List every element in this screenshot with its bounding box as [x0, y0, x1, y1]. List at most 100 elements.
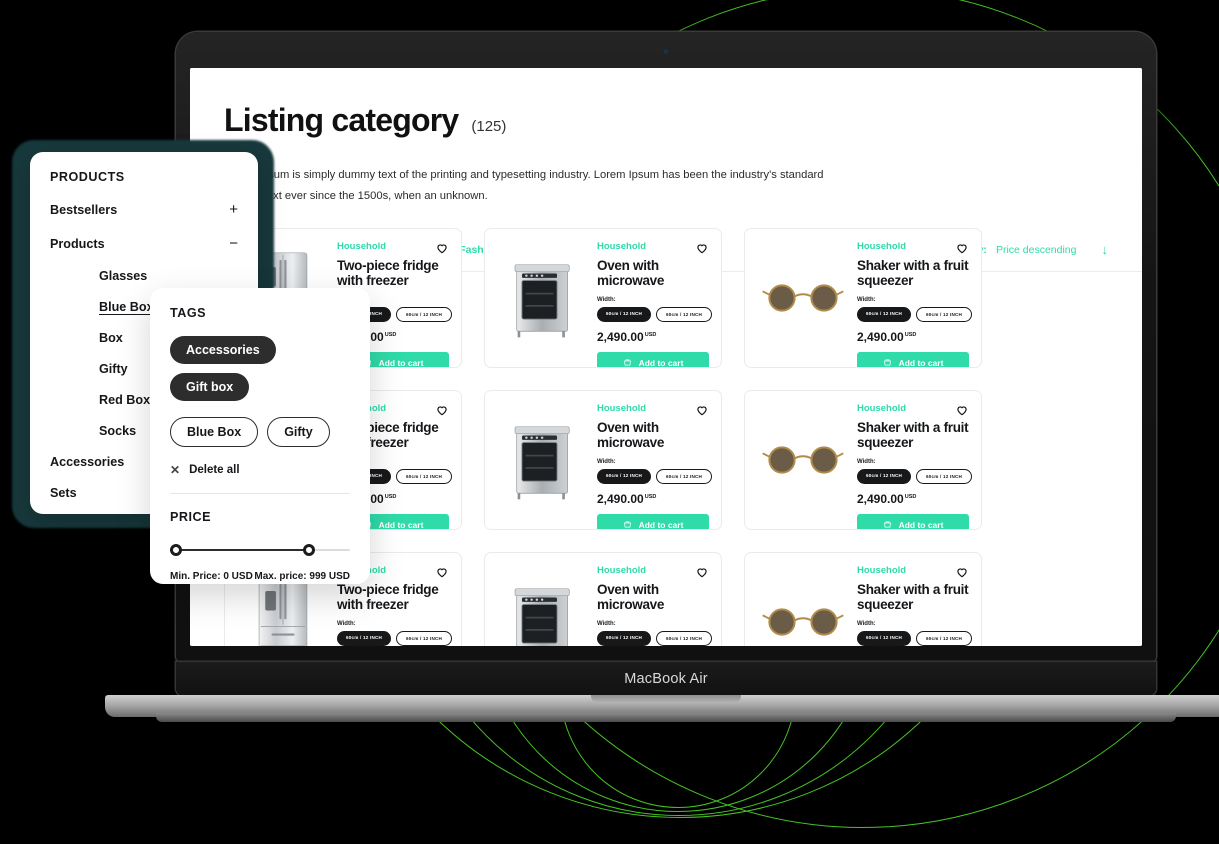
width-option[interactable]: 60cm / 12 INCH — [916, 631, 972, 646]
product-image — [497, 565, 589, 646]
product-image — [497, 241, 589, 355]
product-category: Household — [597, 403, 647, 414]
basket-icon — [883, 358, 892, 367]
product-title: Shaker with a fruit squeezer — [857, 420, 969, 451]
width-option[interactable]: 60cm / 12 INCH — [396, 469, 452, 485]
product-card[interactable]: Household Oven with microwave Width: 60c… — [484, 390, 722, 530]
width-options: 60cm / 12 INCH 60cm / 12 INCH — [857, 307, 972, 323]
tag-gifty[interactable]: Gifty — [267, 417, 330, 447]
result-count: (125) — [471, 118, 507, 135]
sidebar-item-bestsellers[interactable]: Bestsellers + — [50, 201, 238, 218]
tag-accessories[interactable]: Accessories — [170, 336, 276, 364]
tag-gift-box[interactable]: Gift box — [170, 373, 250, 401]
width-options: 60cm / 12 INCH 60cm / 12 INCH — [597, 631, 712, 646]
product-card[interactable]: Household Oven with microwave Width: 60c… — [484, 552, 722, 646]
sidebar-item-label: Accessories — [50, 455, 125, 469]
width-option[interactable]: 60cm / 12 INCH — [916, 307, 972, 323]
sidebar-item-label: Bestsellers — [50, 202, 118, 217]
product-title: Oven with microwave — [597, 582, 665, 613]
heart-icon[interactable] — [955, 403, 969, 417]
width-options: 60cm / 12 INCH 60cm / 12 INCH — [857, 469, 972, 485]
device-label: MacBook Air — [624, 671, 708, 687]
heart-icon[interactable] — [695, 565, 709, 579]
close-icon: ✕ — [170, 463, 181, 477]
width-option[interactable]: 60cm / 12 INCH — [396, 307, 452, 323]
tag-blue-box[interactable]: Blue Box — [170, 417, 259, 447]
max-price-label: Max. price: 999 USD — [254, 571, 350, 582]
tags-price-panel: TAGS Accessories Gift box Blue Box Gifty… — [150, 288, 370, 584]
product-category: Household — [597, 565, 647, 576]
width-label: Width: — [597, 459, 616, 466]
sidebar-item-label: Products — [50, 236, 105, 251]
width-label: Width: — [857, 297, 876, 304]
product-title: Two-piece fridge with freezer — [337, 258, 439, 289]
width-option[interactable]: 60cm / 12 INCH — [916, 469, 972, 485]
heart-icon[interactable] — [435, 403, 449, 417]
heart-icon[interactable] — [695, 241, 709, 255]
price-legend: Min. Price: 0 USD Max. price: 999 USD — [170, 571, 350, 582]
add-to-cart-button[interactable]: Add to cart — [597, 352, 709, 367]
width-option-selected[interactable]: 60cm / 12 INCH — [857, 631, 911, 646]
width-options: 60cm / 12 INCH 60cm / 12 INCH — [337, 631, 452, 646]
sidebar-item-products[interactable]: Products − — [50, 235, 238, 252]
tags-heading: TAGS — [170, 306, 207, 320]
width-option-selected[interactable]: 60cm / 12 INCH — [597, 631, 651, 646]
slider-handle-min[interactable] — [170, 544, 182, 556]
basket-icon — [883, 520, 892, 529]
width-option[interactable]: 60cm / 12 INCH — [396, 631, 452, 646]
page-header: Listing category (125) Lorem Ipsum is si… — [190, 68, 1142, 206]
heart-icon[interactable] — [435, 241, 449, 255]
product-image — [757, 241, 849, 355]
width-option-selected[interactable]: 60cm / 12 INCH — [857, 469, 911, 485]
basket-icon — [623, 358, 632, 367]
width-label: Width: — [857, 459, 876, 466]
laptop-foot — [156, 713, 1176, 722]
product-category: Household — [337, 241, 387, 252]
add-to-cart-button[interactable]: Add to cart — [857, 514, 969, 529]
width-option-selected[interactable]: 60cm / 12 INCH — [337, 631, 391, 646]
min-price-label: Min. Price: 0 USD — [170, 571, 253, 582]
add-to-cart-button[interactable]: Add to cart — [857, 352, 969, 367]
product-title: Oven with microwave — [597, 258, 665, 289]
sidebar-subitem-glasses[interactable]: Glasses — [50, 269, 238, 283]
product-card[interactable]: Household Shaker with a fruit squeezer W… — [744, 390, 982, 530]
product-card[interactable]: Household Shaker with a fruit squeezer W… — [744, 552, 982, 646]
price-range-slider[interactable] — [170, 543, 350, 557]
heart-icon[interactable] — [435, 565, 449, 579]
width-option[interactable]: 60cm / 12 INCH — [656, 631, 712, 646]
panel-divider — [170, 493, 350, 494]
product-price: 2,490.00USD — [857, 330, 917, 345]
slider-handle-max[interactable] — [303, 544, 316, 556]
width-option[interactable]: 60cm / 12 INCH — [656, 307, 712, 323]
product-title: Oven with microwave — [597, 420, 665, 451]
price-heading: PRICE — [170, 510, 211, 524]
collapse-icon[interactable]: − — [229, 235, 238, 252]
product-card[interactable]: Household Shaker with a fruit squeezer W… — [744, 228, 982, 368]
product-image — [497, 403, 589, 517]
add-to-cart-button[interactable]: Add to cart — [597, 514, 709, 529]
product-category: Household — [857, 241, 907, 252]
width-options: 60cm / 12 INCH 60cm / 12 INCH — [597, 469, 712, 485]
width-label: Width: — [857, 621, 876, 628]
heart-icon[interactable] — [955, 565, 969, 579]
delete-all-tags-label: Delete all — [189, 464, 240, 476]
product-price: 2,490.00USD — [597, 492, 657, 507]
products-panel-heading: PRODUCTS — [50, 170, 125, 184]
width-option[interactable]: 60cm / 12 INCH — [656, 469, 712, 485]
product-price: 2,490.00USD — [857, 492, 917, 507]
heart-icon[interactable] — [955, 241, 969, 255]
product-title: Shaker with a fruit squeezer — [857, 582, 969, 613]
product-price: 2,490.00USD — [597, 330, 657, 345]
width-label: Width: — [597, 297, 616, 304]
width-option-selected[interactable]: 60cm / 12 INCH — [857, 307, 911, 323]
width-label: Width: — [337, 621, 356, 628]
width-option-selected[interactable]: 60cm / 12 INCH — [597, 469, 651, 485]
width-option-selected[interactable]: 60cm / 12 INCH — [597, 307, 651, 323]
product-image — [757, 403, 849, 517]
product-card[interactable]: Household Oven with microwave Width: 60c… — [484, 228, 722, 368]
delete-all-tags[interactable]: ✕ Delete all — [170, 463, 350, 477]
product-category: Household — [857, 403, 907, 414]
page-title: Listing category — [224, 102, 459, 138]
heart-icon[interactable] — [695, 403, 709, 417]
expand-icon[interactable]: + — [229, 201, 238, 218]
